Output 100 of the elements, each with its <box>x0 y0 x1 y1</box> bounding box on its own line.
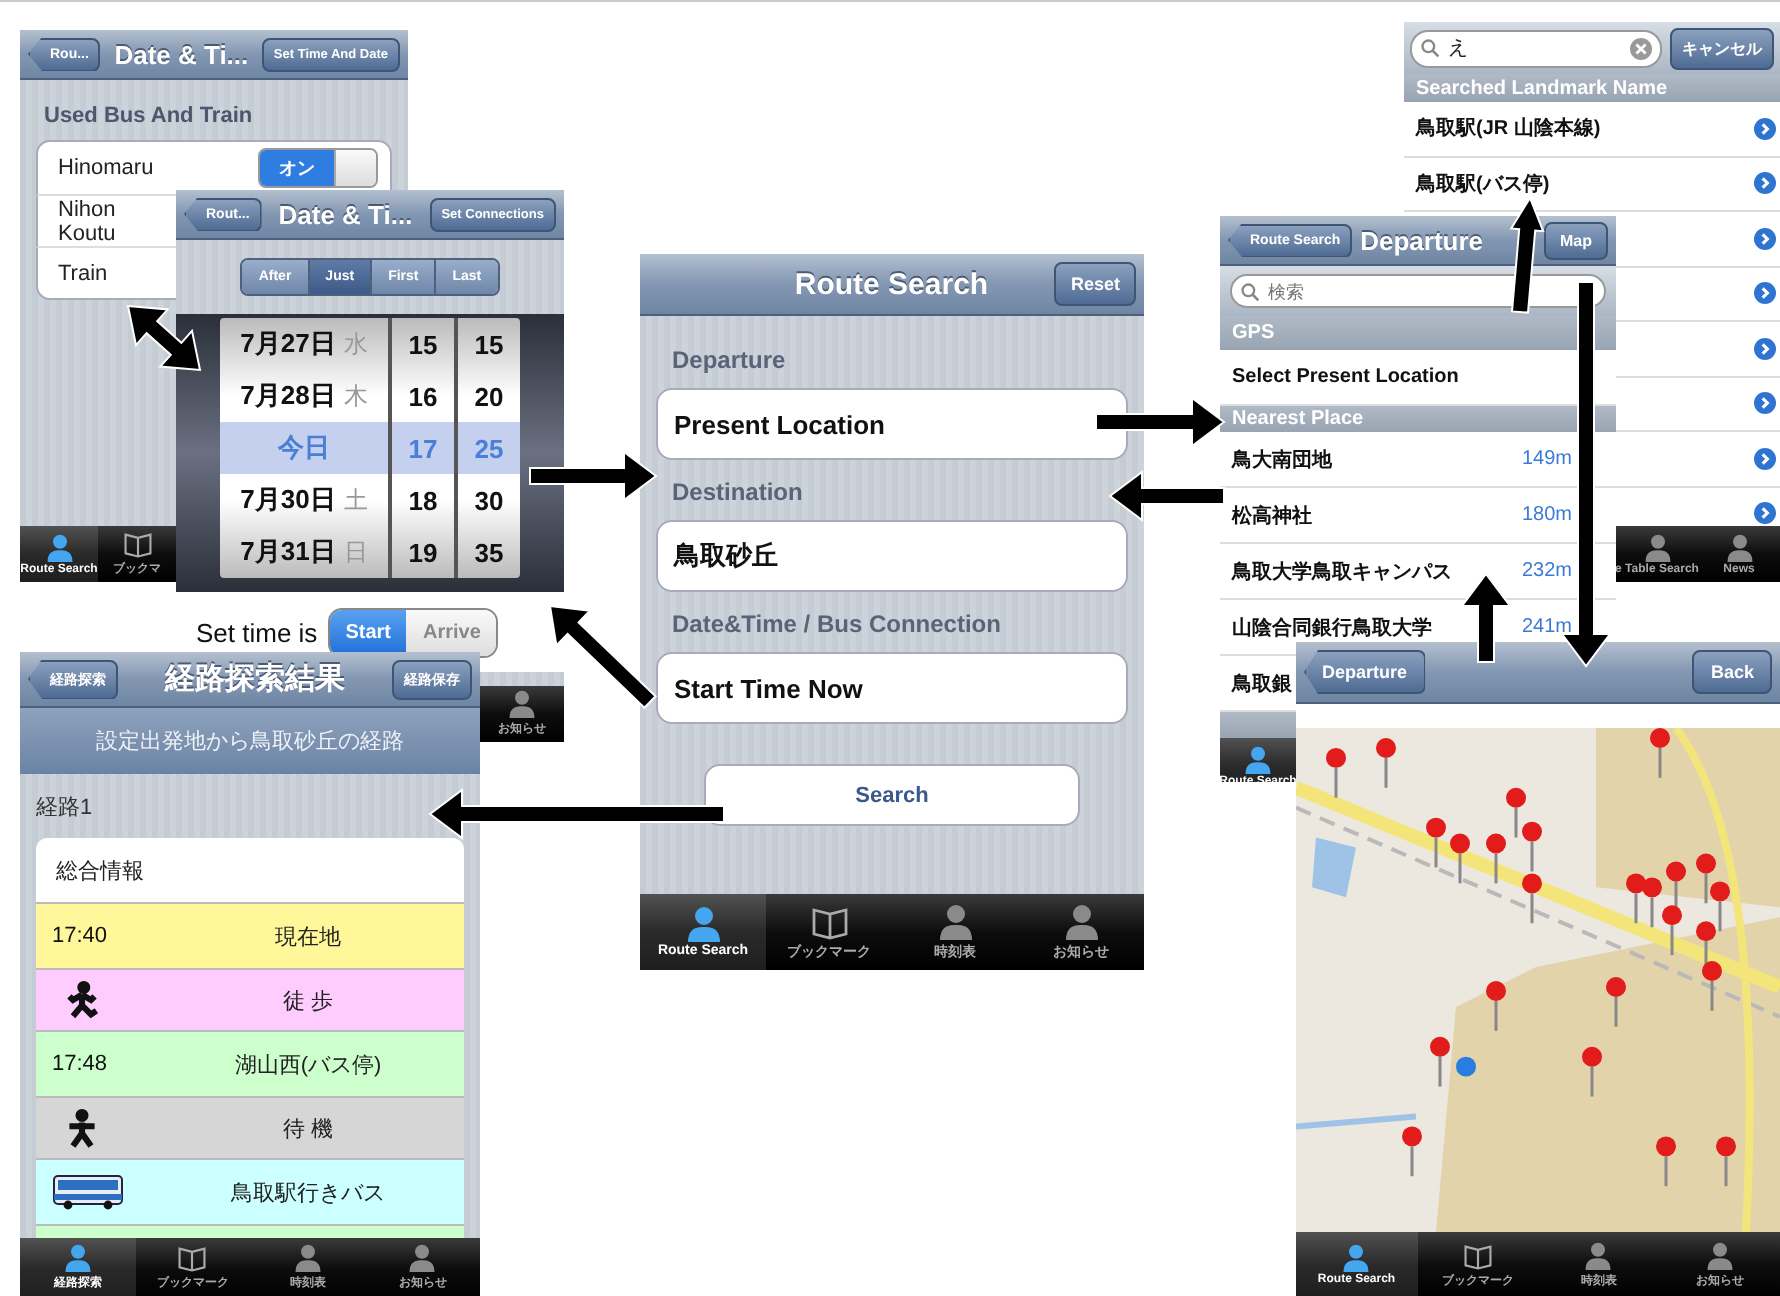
search-icon <box>1240 281 1260 301</box>
section-label: Used Bus And Train <box>44 104 255 128</box>
toggle-switch[interactable]: オン <box>258 148 378 188</box>
screen-title: Date & Ti... <box>112 39 251 69</box>
arrow <box>529 450 658 502</box>
row-label: Nihon Koutu <box>58 197 118 245</box>
map-pin-icon[interactable] <box>1522 873 1542 924</box>
step-time: 17:48 <box>52 1052 108 1076</box>
map-pin-icon[interactable] <box>1710 881 1730 932</box>
map-pin-icon[interactable] <box>1486 833 1506 884</box>
picker-minute: 30 <box>454 474 520 526</box>
landmark-item[interactable]: 鳥取駅(バス停) <box>1416 169 1754 198</box>
map-pin-icon[interactable] <box>1450 833 1470 884</box>
person-icon <box>935 903 975 939</box>
map-pin-icon[interactable] <box>1650 728 1670 778</box>
map-pin-icon[interactable] <box>1430 1036 1450 1087</box>
map-pin-icon[interactable] <box>1582 1046 1602 1097</box>
map-pin-icon[interactable] <box>1656 1136 1676 1187</box>
bus-icon <box>52 1174 124 1210</box>
search-field[interactable]: え <box>1410 29 1662 67</box>
map-pin-icon[interactable] <box>1402 1126 1422 1177</box>
date-time-picker[interactable]: 7月27日 水 15 15 7月28日 木 16 20 今日 17 25 7月30日 土 18 30 7月31日 日 19 35 <box>176 314 564 592</box>
pond <box>1312 837 1356 898</box>
picker-weekday: 水 <box>343 327 368 361</box>
picker-row[interactable]: 7月31日 日 19 35 <box>220 526 520 578</box>
landmark-item[interactable]: 鳥取駅(JR 山陰本線) <box>1416 114 1754 143</box>
cancel-button[interactable]: キャンセル <box>1670 27 1774 69</box>
map-pin-icon[interactable] <box>1702 961 1722 1011</box>
screen-title: Departure <box>1360 225 1486 255</box>
map-pin-icon[interactable] <box>1716 1136 1736 1187</box>
picker-row[interactable]: 7月27日 水 15 15 <box>220 318 520 370</box>
person-icon <box>1641 533 1673 561</box>
map-pin-icon[interactable] <box>1326 747 1346 798</box>
disclosure-icon[interactable] <box>1754 117 1776 140</box>
picker-hour: 15 <box>388 318 454 370</box>
back-button[interactable]: Departure <box>1304 650 1426 694</box>
picker-weekday: 木 <box>343 379 368 413</box>
place-name[interactable]: 鳥取銀 <box>1232 669 1292 697</box>
picker-row[interactable]: 7月28日 木 16 20 <box>220 370 520 422</box>
picker-minute: 25 <box>454 422 520 474</box>
map-pin-icon[interactable] <box>1626 873 1646 924</box>
search-button[interactable]: Search <box>704 764 1080 826</box>
person-icon <box>406 1244 439 1272</box>
standing-person-icon <box>64 1108 100 1148</box>
segment-button[interactable]: Start <box>329 609 407 655</box>
clear-icon[interactable] <box>1630 37 1652 59</box>
screen-title: Date & Ti... <box>276 199 415 229</box>
map-pin-icon[interactable] <box>1506 787 1526 838</box>
picker-row[interactable]: 7月30日 土 18 30 <box>220 474 520 526</box>
picker-date: 今日 <box>278 430 330 466</box>
picker-hour: 18 <box>388 474 454 526</box>
settings-row[interactable]: Hinomaru オン <box>36 140 392 196</box>
back-button[interactable]: Back <box>1692 650 1772 694</box>
person-icon <box>291 1244 324 1272</box>
search-field[interactable]: 検索 <box>1230 274 1606 308</box>
reset-button[interactable]: Reset <box>1054 262 1136 306</box>
field-label: Destination <box>672 478 805 506</box>
section-label: 経路1 <box>36 793 95 823</box>
map-pin-icon[interactable] <box>1426 817 1446 868</box>
arrow <box>126 304 202 372</box>
map-pin-icon[interactable] <box>1376 737 1396 788</box>
map-pin-icon[interactable] <box>1486 981 1506 1031</box>
disclosure-icon[interactable] <box>1754 282 1776 305</box>
person-icon <box>43 533 75 561</box>
step-label: 待 機 <box>280 1115 336 1143</box>
picker-weekday: 日 <box>343 535 368 569</box>
input-field[interactable]: Present Location <box>656 388 1128 460</box>
disclosure-icon[interactable] <box>1754 502 1776 525</box>
book-icon <box>176 1244 209 1272</box>
disclosure-icon[interactable] <box>1754 337 1776 360</box>
place-name[interactable]: 山陰合同銀行鳥取大学 <box>1232 613 1432 641</box>
search-icon <box>1420 38 1440 58</box>
row-label: Train <box>58 261 108 285</box>
map-pin-icon[interactable] <box>1606 977 1626 1027</box>
map-pin-icon[interactable] <box>1522 821 1542 872</box>
disclosure-icon[interactable] <box>1754 447 1776 470</box>
settings-row[interactable]: Train <box>36 248 176 300</box>
map-pin-icon[interactable] <box>1662 905 1682 956</box>
map-button[interactable]: Map <box>1544 221 1608 259</box>
settings-row[interactable]: Nihon Koutu <box>36 196 176 248</box>
map-pin-icon[interactable] <box>1666 861 1686 912</box>
picker-weekday: 土 <box>343 483 368 517</box>
place-distance: 232m <box>1521 560 1572 582</box>
place-name[interactable]: 鳥取大学鳥取キャンパス <box>1232 557 1452 585</box>
person-icon <box>1242 745 1274 773</box>
disclosure-icon[interactable] <box>1754 392 1776 415</box>
picker-date: 7月30日 <box>240 482 336 518</box>
disclosure-icon[interactable] <box>1754 172 1776 195</box>
place-name[interactable]: 松高神社 <box>1232 501 1312 529</box>
row-label: Hinomaru <box>58 156 154 180</box>
map-pin-icon[interactable] <box>1642 877 1662 928</box>
input-field[interactable]: Start Time Now <box>656 652 1128 724</box>
set-time-label: Set time is <box>196 617 318 647</box>
map-pin-icon[interactable] <box>1696 853 1716 904</box>
disclosure-icon[interactable] <box>1754 227 1776 250</box>
screen-title: Route Search <box>792 267 991 301</box>
place-distance: 180m <box>1521 504 1572 526</box>
place-name[interactable]: 鳥大南団地 <box>1232 445 1332 473</box>
person-icon <box>1061 903 1101 939</box>
input-field[interactable]: 鳥取砂丘 <box>656 520 1128 592</box>
